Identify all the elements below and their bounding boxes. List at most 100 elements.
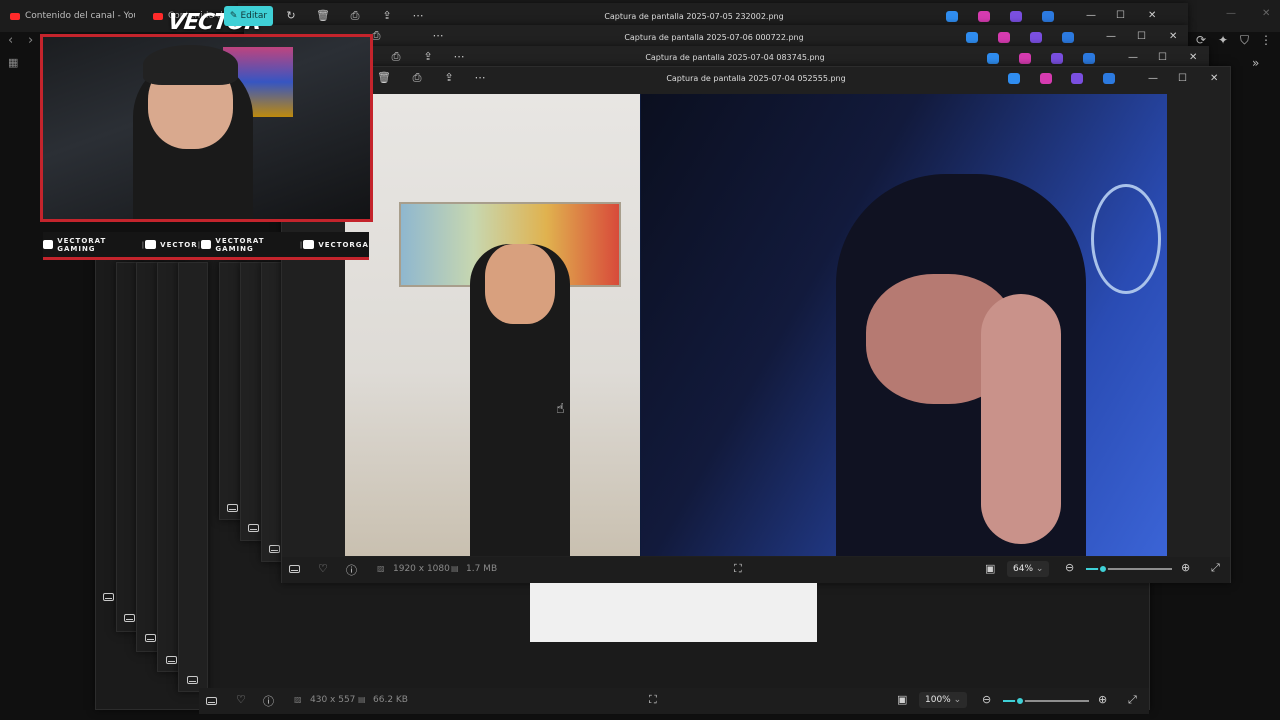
social-label: VECTORAT GAMING [57,236,107,253]
browser-tab-youtube[interactable]: Contenido del canal - YouTube [10,7,135,25]
app-clipchamp-icon[interactable] [978,11,990,22]
minimize-icon[interactable]: — [1128,52,1138,63]
close-icon[interactable]: ✕ [1189,52,1197,63]
hand [981,294,1061,544]
photo-left-pane [345,94,640,556]
app-copilot-icon[interactable] [1071,73,1083,84]
photo-right-pane [641,94,1167,556]
social-label: VECTORAT GAMING [215,236,265,253]
info-icon[interactable]: ⓘ [346,562,357,578]
copilot-icon[interactable]: ✦ [1218,33,1228,47]
twitter-icon [201,240,212,249]
photo-image [345,94,1167,556]
minimize-icon[interactable]: — [1148,73,1158,84]
close-icon[interactable]: ✕ [1169,31,1177,42]
app-clipchamp-icon[interactable] [1040,73,1052,84]
browser-minimize-icon[interactable]: — [1226,8,1236,19]
zoom-slider-knob[interactable] [1015,696,1025,706]
scan-icon[interactable]: ⛶ [734,562,742,576]
delete-icon[interactable]: 🗑 [316,9,330,23]
chevron-right-icon[interactable]: » [1252,56,1259,70]
fullscreen-icon[interactable]: ⤢ [1128,693,1137,707]
tab-label: Contenido del canal - YouTube [25,11,135,21]
close-icon[interactable]: ✕ [1210,73,1218,84]
zoom-out-icon[interactable]: ⊖ [982,693,991,706]
minimize-icon[interactable]: — [1106,31,1116,42]
share-icon[interactable]: ⇪ [380,9,394,23]
filmstrip-icon[interactable] [206,697,217,705]
filmstrip-icon[interactable] [145,634,156,642]
delete-icon[interactable]: 🗑 [377,71,391,85]
fit-icon[interactable]: ▣ [897,693,907,706]
more-icon[interactable]: ⋯ [452,50,466,64]
scan-icon[interactable]: ⛶ [649,693,657,707]
zoom-out-icon[interactable]: ⊖ [1065,561,1074,574]
print-icon[interactable]: ⎙ [348,9,362,23]
close-icon[interactable]: ✕ [1148,10,1156,21]
app-clipchamp-icon[interactable] [998,32,1010,43]
browser-close-icon[interactable]: ✕ [1262,8,1270,19]
fullscreen-icon[interactable]: ⤢ [1211,561,1220,575]
zoom-select[interactable]: 64% ⌄ [1007,561,1050,577]
maximize-icon[interactable]: ☐ [1158,52,1167,63]
rotate-icon[interactable]: ↻ [284,9,298,23]
favorite-icon[interactable]: ♡ [236,693,246,706]
favorite-icon[interactable]: ♡ [318,562,328,575]
info-icon[interactable]: ⓘ [263,693,274,709]
social-label: VECTORGA [318,240,369,249]
refresh-icon[interactable]: ⟳ [1196,33,1206,47]
social-label: VECTOR [160,240,198,249]
filmstrip-icon[interactable] [166,656,177,664]
app-onedrive-icon[interactable] [1042,11,1054,22]
app-designer-icon[interactable] [987,53,999,64]
window-title: Captura de pantalla 2025-07-06 000722.pn… [624,33,804,42]
fit-icon[interactable]: ▣ [985,562,995,575]
youtube-icon [153,12,163,20]
maximize-icon[interactable]: ☐ [1137,31,1146,42]
print-icon[interactable]: ⎙ [389,50,403,64]
more-icon[interactable]: ⋯ [473,71,487,85]
image-dimensions: 430 x 557 [310,695,356,705]
filmstrip-icon[interactable] [124,614,135,622]
maximize-icon[interactable]: ☐ [1178,73,1187,84]
zoom-in-icon[interactable]: ⊕ [1098,693,1107,706]
apps-grid-icon[interactable]: ▦ [8,56,18,69]
social-youtube: VECTORAT GAMING [43,237,142,253]
dimensions-icon: ▨ [294,695,302,704]
app-designer-icon[interactable] [1008,73,1020,84]
filmstrip-icon[interactable] [269,545,280,553]
app-copilot-icon[interactable] [1010,11,1022,22]
minimize-icon[interactable]: — [1086,10,1096,21]
shield-icon[interactable]: ⛉ [1240,33,1249,48]
print-icon[interactable]: ⎙ [410,71,424,85]
zoom-slider-knob[interactable] [1098,564,1108,574]
filmstrip-icon[interactable] [187,676,198,684]
app-onedrive-icon[interactable] [1083,53,1095,64]
forward-icon[interactable]: › [28,33,33,48]
filmstrip-icon[interactable] [227,504,238,512]
zoom-select[interactable]: 100% ⌄ [919,692,968,708]
more-icon[interactable]: ⋯ [431,29,445,43]
app-designer-icon[interactable] [946,11,958,22]
more-icon[interactable]: ⋯ [411,9,425,23]
app-copilot-icon[interactable] [1030,32,1042,43]
app-designer-icon[interactable] [966,32,978,43]
filmstrip-icon[interactable] [248,524,259,532]
zoom-value: 100% [925,695,951,705]
share-icon[interactable]: ⇪ [442,71,456,85]
share-icon[interactable]: ⇪ [421,50,435,64]
app-copilot-icon[interactable] [1051,53,1063,64]
back-icon[interactable]: ‹ [8,33,13,48]
menu-dots-icon[interactable]: ⋮ [1260,33,1272,47]
filmstrip-icon[interactable] [289,565,300,573]
edit-button[interactable]: ✎ Editar [224,6,273,26]
app-clipchamp-icon[interactable] [1019,53,1031,64]
social-instagram: VECTORGA [303,240,369,249]
app-onedrive-icon[interactable] [1103,73,1115,84]
filmstrip-icon[interactable] [103,593,114,601]
app-onedrive-icon[interactable] [1062,32,1074,43]
image-dimensions: 1920 x 1080 [393,564,450,574]
webcam-overlay [40,34,373,222]
maximize-icon[interactable]: ☐ [1116,10,1125,21]
zoom-in-icon[interactable]: ⊕ [1181,561,1190,574]
